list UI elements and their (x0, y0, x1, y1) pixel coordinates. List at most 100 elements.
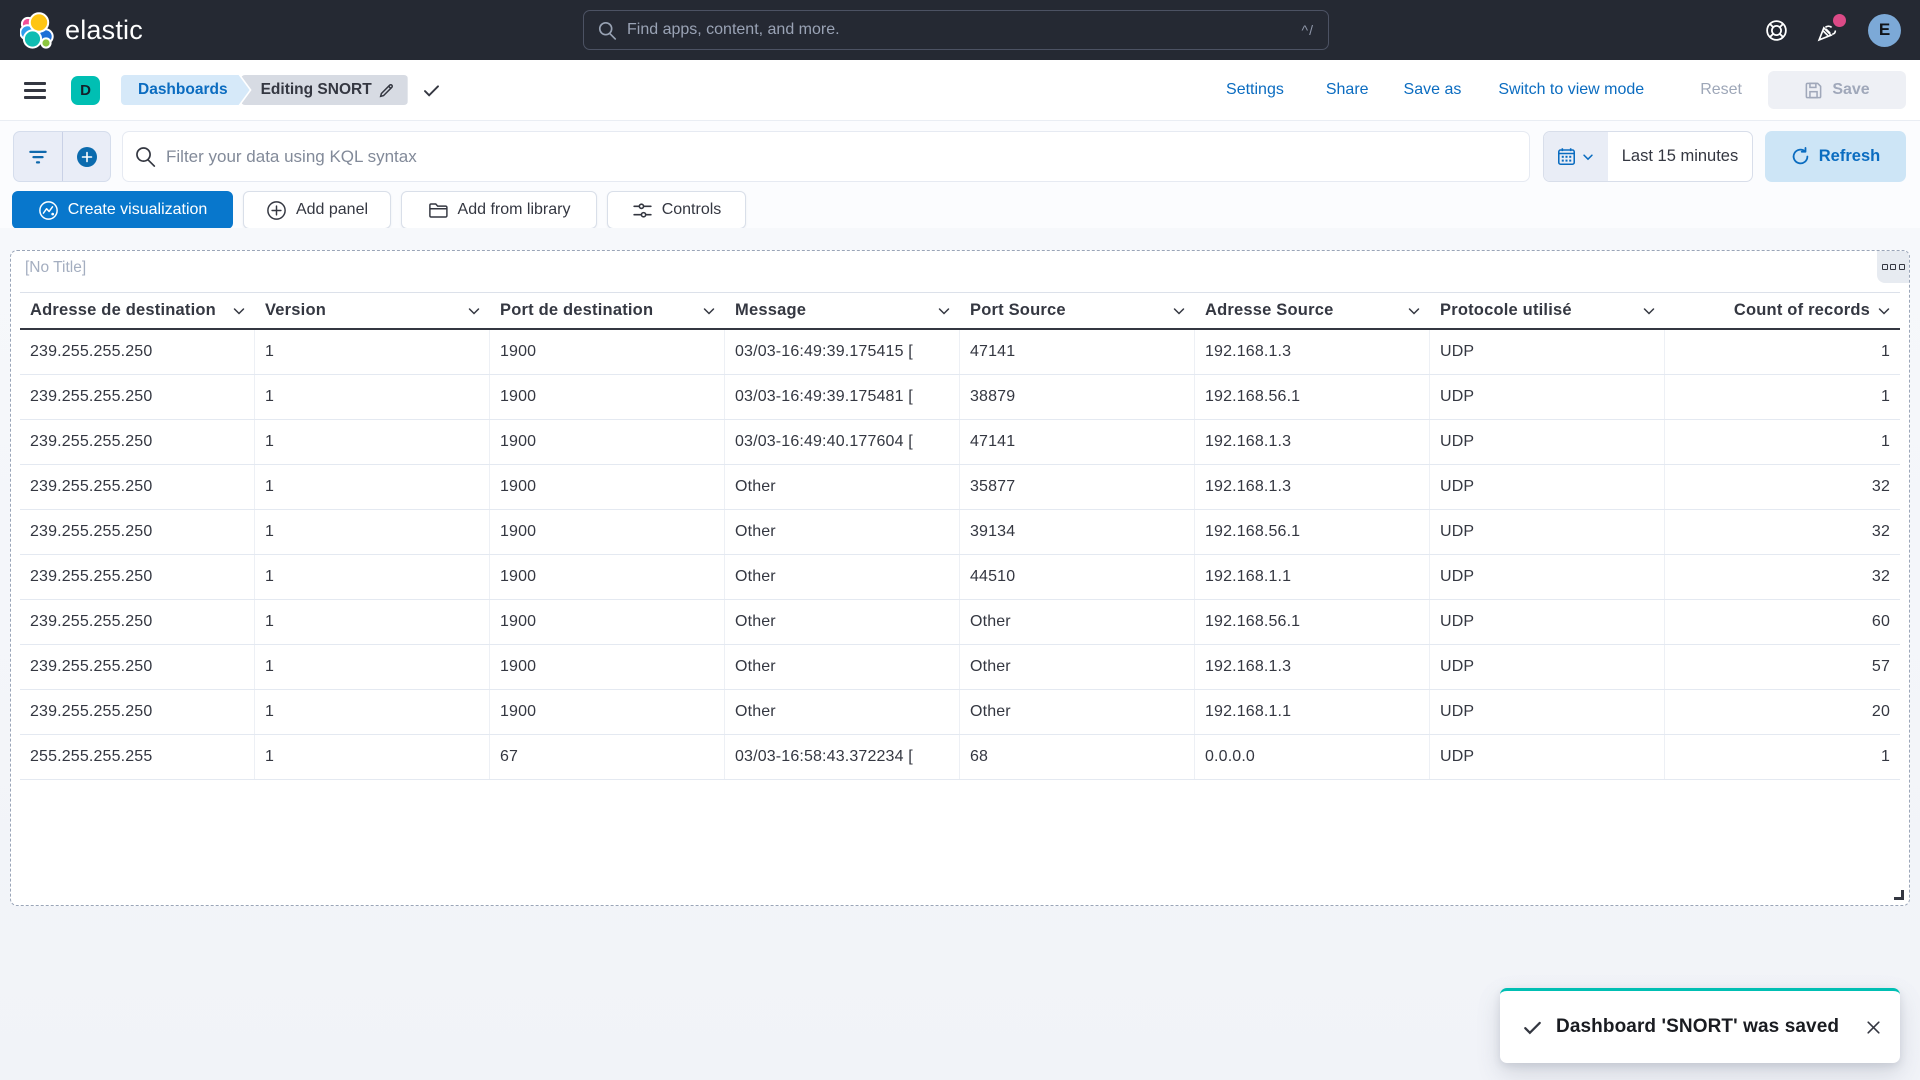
table-cell[interactable]: 1 (255, 465, 490, 509)
table-cell[interactable]: Other (725, 690, 960, 734)
table-cell[interactable]: 35877 (960, 465, 1195, 509)
panel-resize-handle[interactable] (1894, 890, 1904, 900)
table-cell[interactable]: 192.168.1.1 (1195, 555, 1430, 599)
table-cell[interactable]: 1900 (490, 690, 725, 734)
table-cell[interactable]: 32 (1665, 510, 1900, 554)
table-cell[interactable]: 1 (255, 735, 490, 779)
add-from-library-button[interactable]: Add from library (401, 191, 597, 229)
help-icon[interactable] (1764, 18, 1789, 43)
table-cell[interactable]: 192.168.56.1 (1195, 510, 1430, 554)
switch-to-view-mode-link[interactable]: Switch to view mode (1498, 81, 1644, 99)
table-cell[interactable]: 1900 (490, 510, 725, 554)
table-cell[interactable]: UDP (1430, 735, 1665, 779)
table-cell[interactable]: 239.255.255.250 (20, 465, 255, 509)
table-cell[interactable]: 239.255.255.250 (20, 645, 255, 689)
table-cell[interactable]: 60 (1665, 600, 1900, 644)
breadcrumb-editing-snort[interactable]: Editing SNORT (241, 75, 408, 105)
menu-icon[interactable] (0, 70, 46, 110)
table-cell[interactable]: 03/03-16:49:40.177604 [ (725, 420, 960, 464)
table-cell[interactable]: 192.168.56.1 (1195, 375, 1430, 419)
table-cell[interactable]: Other (725, 555, 960, 599)
chevron-down-icon[interactable] (936, 303, 952, 319)
column-header-protocole-utilise[interactable]: Protocole utilisé (1430, 293, 1665, 328)
time-range-value[interactable]: Last 15 minutes (1608, 132, 1752, 181)
column-header-count-of-records[interactable]: Count of records (1665, 293, 1900, 328)
add-filter-button[interactable] (62, 132, 110, 181)
table-cell[interactable]: 03/03-16:58:43.372234 [ (725, 735, 960, 779)
table-cell[interactable]: 1 (1665, 330, 1900, 374)
add-panel-button[interactable]: Add panel (243, 191, 391, 229)
check-icon[interactable] (422, 81, 441, 100)
table-cell[interactable]: 239.255.255.250 (20, 375, 255, 419)
refresh-button[interactable]: Refresh (1765, 131, 1906, 182)
table-cell[interactable]: 1 (255, 690, 490, 734)
chevron-down-icon[interactable] (701, 303, 717, 319)
reset-link[interactable]: Reset (1700, 81, 1742, 99)
chevron-down-icon[interactable] (466, 303, 482, 319)
share-link[interactable]: Share (1326, 81, 1369, 99)
chevron-down-icon[interactable] (1876, 303, 1892, 319)
table-cell[interactable]: 1900 (490, 375, 725, 419)
table-cell[interactable]: 1 (1665, 375, 1900, 419)
table-cell[interactable]: UDP (1430, 420, 1665, 464)
table-cell[interactable]: Other (725, 510, 960, 554)
table-cell[interactable]: UDP (1430, 645, 1665, 689)
table-cell[interactable]: 20 (1665, 690, 1900, 734)
settings-link[interactable]: Settings (1226, 81, 1284, 99)
table-cell[interactable]: 0.0.0.0 (1195, 735, 1430, 779)
chevron-down-icon[interactable] (1171, 303, 1187, 319)
table-cell[interactable]: 239.255.255.250 (20, 555, 255, 599)
filter-icon-button[interactable] (14, 132, 62, 181)
close-icon[interactable] (1865, 1019, 1882, 1036)
table-cell[interactable]: 03/03-16:49:39.175415 [ (725, 330, 960, 374)
table-cell[interactable]: 57 (1665, 645, 1900, 689)
table-cell[interactable]: Other (725, 600, 960, 644)
date-picker-calendar-button[interactable] (1544, 132, 1608, 181)
table-cell[interactable]: 38879 (960, 375, 1195, 419)
table-cell[interactable]: 1900 (490, 645, 725, 689)
table-cell[interactable]: 192.168.1.3 (1195, 420, 1430, 464)
table-cell[interactable]: UDP (1430, 690, 1665, 734)
table-cell[interactable]: 47141 (960, 420, 1195, 464)
table-cell[interactable]: 192.168.56.1 (1195, 600, 1430, 644)
table-cell[interactable]: 1 (1665, 735, 1900, 779)
global-search-input[interactable]: Find apps, content, and more. ^/ (583, 10, 1329, 50)
table-cell[interactable]: 1 (255, 510, 490, 554)
table-cell[interactable]: 44510 (960, 555, 1195, 599)
table-cell[interactable]: 239.255.255.250 (20, 690, 255, 734)
table-cell[interactable]: 1900 (490, 330, 725, 374)
elastic-logo[interactable]: elastic (0, 11, 143, 49)
column-header-version[interactable]: Version (255, 293, 490, 328)
save-button[interactable]: Save (1768, 71, 1906, 109)
chevron-down-icon[interactable] (1406, 303, 1422, 319)
table-cell[interactable]: UDP (1430, 375, 1665, 419)
table-cell[interactable]: UDP (1430, 330, 1665, 374)
table-cell[interactable]: 255.255.255.255 (20, 735, 255, 779)
column-header-port-source[interactable]: Port Source (960, 293, 1195, 328)
table-cell[interactable]: UDP (1430, 555, 1665, 599)
create-visualization-button[interactable]: Create visualization (12, 191, 233, 229)
table-cell[interactable]: 192.168.1.3 (1195, 465, 1430, 509)
table-cell[interactable]: 1 (255, 420, 490, 464)
table-cell[interactable]: 239.255.255.250 (20, 330, 255, 374)
table-cell[interactable]: Other (960, 690, 1195, 734)
table-cell[interactable]: 67 (490, 735, 725, 779)
table-cell[interactable]: 32 (1665, 465, 1900, 509)
table-cell[interactable]: 39134 (960, 510, 1195, 554)
table-cell[interactable]: Other (960, 645, 1195, 689)
table-cell[interactable]: 1900 (490, 555, 725, 599)
table-cell[interactable]: 47141 (960, 330, 1195, 374)
table-cell[interactable]: 03/03-16:49:39.175481 [ (725, 375, 960, 419)
table-cell[interactable]: 1 (255, 555, 490, 599)
table-cell[interactable]: Other (725, 645, 960, 689)
chevron-down-icon[interactable] (1641, 303, 1657, 319)
table-cell[interactable]: 1 (255, 645, 490, 689)
table-cell[interactable]: 1900 (490, 600, 725, 644)
table-cell[interactable]: UDP (1430, 510, 1665, 554)
panel-options-icon[interactable] (1877, 251, 1909, 283)
panel-title[interactable]: [No Title] (25, 259, 86, 277)
table-cell[interactable]: 192.168.1.3 (1195, 645, 1430, 689)
chevron-down-icon[interactable] (231, 303, 247, 319)
newsfeed-icon[interactable] (1816, 18, 1841, 43)
table-cell[interactable]: 239.255.255.250 (20, 420, 255, 464)
